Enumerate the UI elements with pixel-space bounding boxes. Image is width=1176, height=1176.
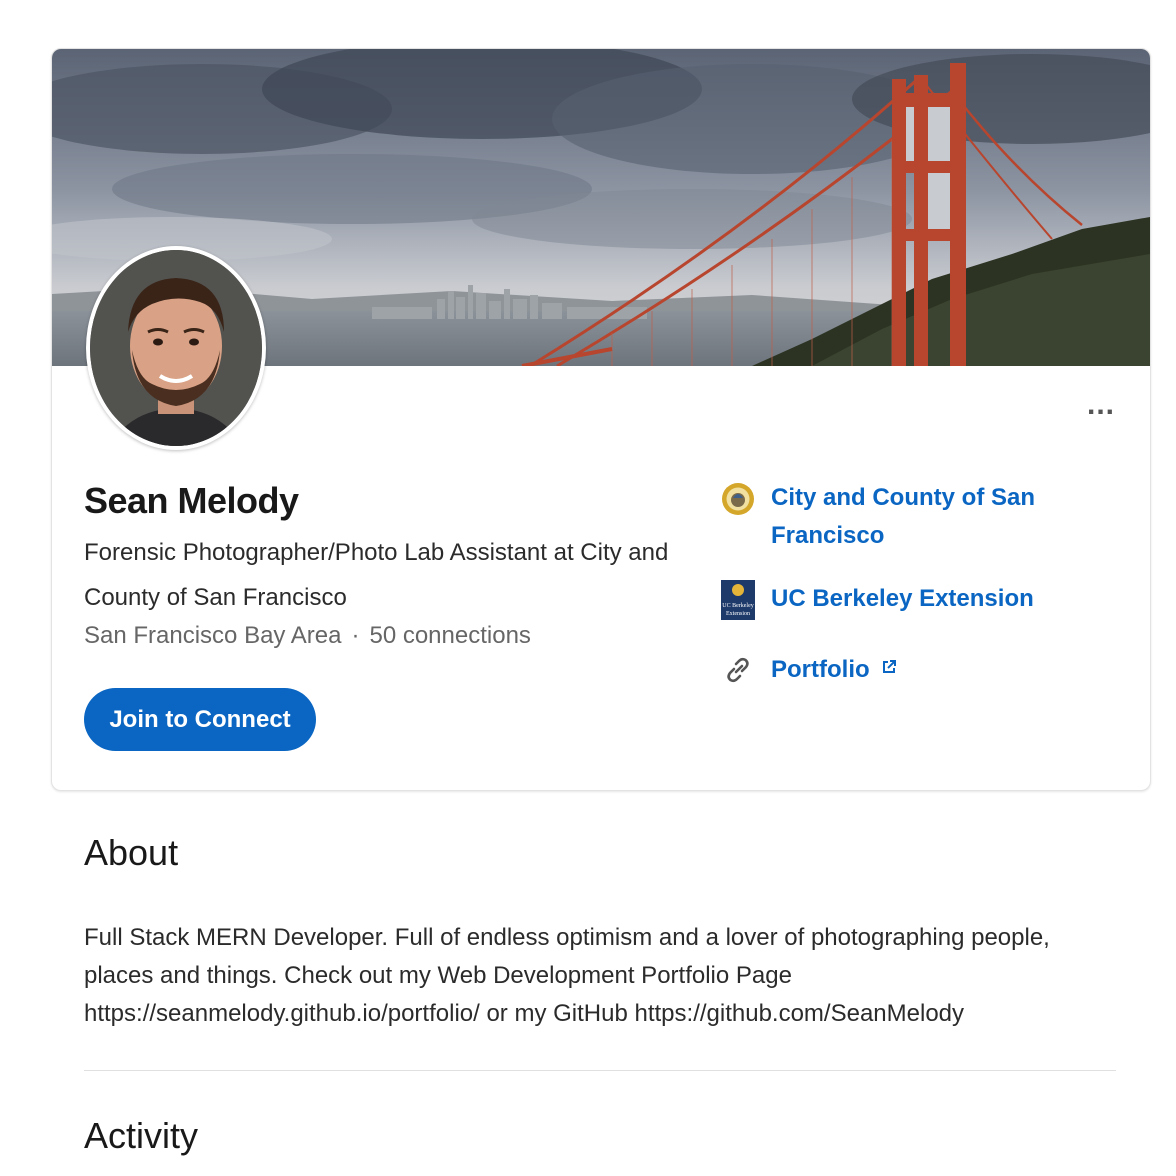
profile-name: Sean Melody: [84, 480, 299, 521]
uc-berkeley-extension-logo: UC Berkeley Extension: [720, 580, 756, 620]
profile-location: San Francisco Bay Area: [84, 622, 342, 649]
about-text: Full Stack MERN Developer. Full of endle…: [84, 924, 1050, 1027]
more-options-button[interactable]: ...: [1081, 388, 1121, 421]
activity-heading: Activity: [84, 1115, 199, 1156]
sf-seal-icon: [720, 479, 756, 519]
logo-text-line1: UC Berkeley: [722, 603, 754, 609]
side-link-employer[interactable]: City and County of San Francisco: [720, 479, 1071, 555]
ellipsis-icon: ...: [1086, 388, 1115, 421]
side-link-label[interactable]: Portfolio: [771, 656, 870, 683]
link-icon: [720, 650, 756, 690]
side-link-label[interactable]: City and County of San Francisco: [771, 479, 1071, 555]
meta-separator: ·: [351, 622, 360, 649]
profile-connections[interactable]: 50 connections: [369, 622, 530, 649]
profile-meta: San Francisco Bay Area · 50 connections: [84, 622, 531, 650]
profile-headline: Forensic Photographer/Photo Lab Assistan…: [84, 539, 669, 611]
side-link-portfolio[interactable]: Portfolio: [720, 650, 1071, 690]
side-link-label[interactable]: UC Berkeley Extension: [771, 580, 1071, 618]
portfolio-link[interactable]: Portfolio: [771, 650, 1071, 689]
join-to-connect-button[interactable]: Join to Connect: [84, 688, 316, 751]
external-link-icon: [876, 658, 898, 680]
logo-text-line2: Extension: [726, 611, 750, 617]
side-link-education[interactable]: UC Berkeley Extension UC Berkeley Extens…: [720, 580, 1071, 620]
about-heading: About: [84, 832, 179, 873]
section-divider: [84, 1070, 1116, 1071]
profile-avatar: [86, 246, 266, 450]
